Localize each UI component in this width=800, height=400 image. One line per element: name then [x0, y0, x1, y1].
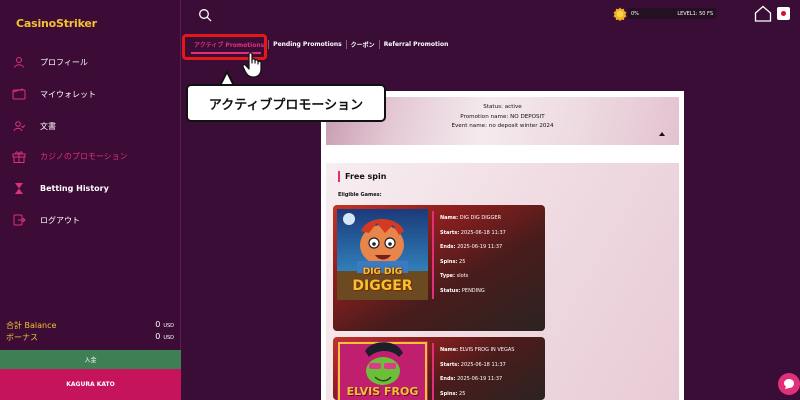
game-card[interactable]: ELVIS FROG Name: ELVIS FROG IN VEGAS Sta…	[333, 337, 545, 400]
level-progress-bar: 0% LEVEL1: 50 FS	[628, 8, 716, 19]
home-icon[interactable]	[754, 5, 772, 22]
pointer-hand-icon	[242, 52, 264, 78]
sidebar-item-label: プロフィール	[40, 57, 88, 67]
section-title: Free spin	[338, 171, 386, 182]
deposit-button[interactable]: 入金	[0, 350, 181, 369]
sidebar-item-label: ログアウト	[40, 215, 80, 225]
gift-icon	[10, 148, 28, 164]
game-starts: Starts: 2025-06-18 11:37	[440, 361, 506, 368]
sidebar-item-documents[interactable]: 文書	[10, 116, 56, 136]
user-icon	[10, 54, 28, 70]
tab-referral-promotion[interactable]: Referral Promotion	[380, 41, 453, 48]
game-thumbnail-dig-dig-digger[interactable]: DIG DIG DIGGER	[337, 209, 428, 300]
sidebar-item-casino-promotions[interactable]: カジノのプロモーション	[10, 146, 128, 166]
game-spins: Spins: 25	[440, 390, 466, 397]
tab-coupons[interactable]: クーポン	[347, 40, 379, 49]
collapse-caret-icon[interactable]	[659, 132, 665, 136]
sidebar-item-betting-history[interactable]: Betting History	[10, 178, 109, 198]
game-ends: Ends: 2025-06-19 11:37	[440, 244, 503, 251]
game-thumbnail-elvis-frog[interactable]: ELVIS FROG	[337, 341, 428, 400]
game-status: Status: PENDING	[440, 287, 485, 294]
game-starts: Starts: 2025-06-18 11:37	[440, 229, 506, 236]
eligible-games-label: Eligible Games:	[338, 192, 382, 198]
game-details: Name: ELVIS FROG IN VEGAS Starts: 2025-0…	[432, 343, 514, 400]
tab-pending-promotions[interactable]: Pending Promotions	[269, 41, 346, 48]
bonus-row: ボーナス 0 USD	[6, 332, 174, 343]
document-user-icon	[10, 118, 28, 134]
game-thumb-title: DIG DIG	[362, 267, 403, 277]
promotion-event-line: Event name: no deposit winter 2024	[451, 123, 554, 129]
username[interactable]: KAGURA KATO	[0, 369, 181, 400]
hourglass-icon	[10, 180, 28, 196]
level-label: LEVEL1: 50 FS	[677, 10, 713, 17]
game-thumb-title: DIGGER	[352, 278, 413, 294]
balance-row: 合計 Balance 0 USD	[6, 320, 174, 331]
level-percent: 0%	[631, 10, 639, 17]
japan-flag-icon[interactable]	[777, 7, 790, 20]
search-icon[interactable]	[198, 7, 212, 22]
sidebar-item-logout[interactable]: ログアウト	[10, 210, 80, 230]
game-details: Name: DIG DIG DIGGER Starts: 2025-06-18 …	[432, 211, 506, 299]
sidebar: CasinoStriker プロフィール マイウォレット 文書 カジノのプロモー…	[0, 0, 181, 400]
logout-icon	[10, 212, 28, 228]
bonus-value: 0 USD	[155, 332, 174, 341]
sidebar-item-profile[interactable]: プロフィール	[10, 52, 88, 72]
sidebar-item-label: 文書	[40, 121, 56, 131]
game-spins: Spins: 25	[440, 258, 466, 265]
game-ends: Ends: 2025-06-19 11:37	[440, 376, 503, 383]
game-thumb-title: ELVIS FROG	[346, 385, 419, 398]
sidebar-item-label: カジノのプロモーション	[40, 151, 128, 161]
balance-value: 0 USD	[155, 320, 174, 329]
callout-tooltip: アクティブプロモーション	[186, 84, 386, 122]
sidebar-item-label: Betting History	[40, 183, 109, 193]
sidebar-item-label: マイウォレット	[40, 89, 96, 99]
wallet-icon	[10, 86, 28, 102]
bonus-label: ボーナス	[6, 333, 38, 342]
casino-logo[interactable]: CasinoStriker	[16, 17, 97, 30]
game-name: Name: DIG DIG DIGGER	[440, 215, 502, 221]
balance-label: 合計 Balance	[6, 321, 57, 330]
sidebar-item-wallet[interactable]: マイウォレット	[10, 84, 96, 104]
game-type: Type: slots	[440, 273, 469, 280]
level-badge-icon	[613, 6, 627, 21]
chat-icon[interactable]	[778, 373, 800, 395]
game-card[interactable]: DIG DIG DIGGER Name: DIG DIG DIGGER Star…	[333, 205, 545, 331]
game-name: Name: ELVIS FROG IN VEGAS	[440, 347, 515, 353]
